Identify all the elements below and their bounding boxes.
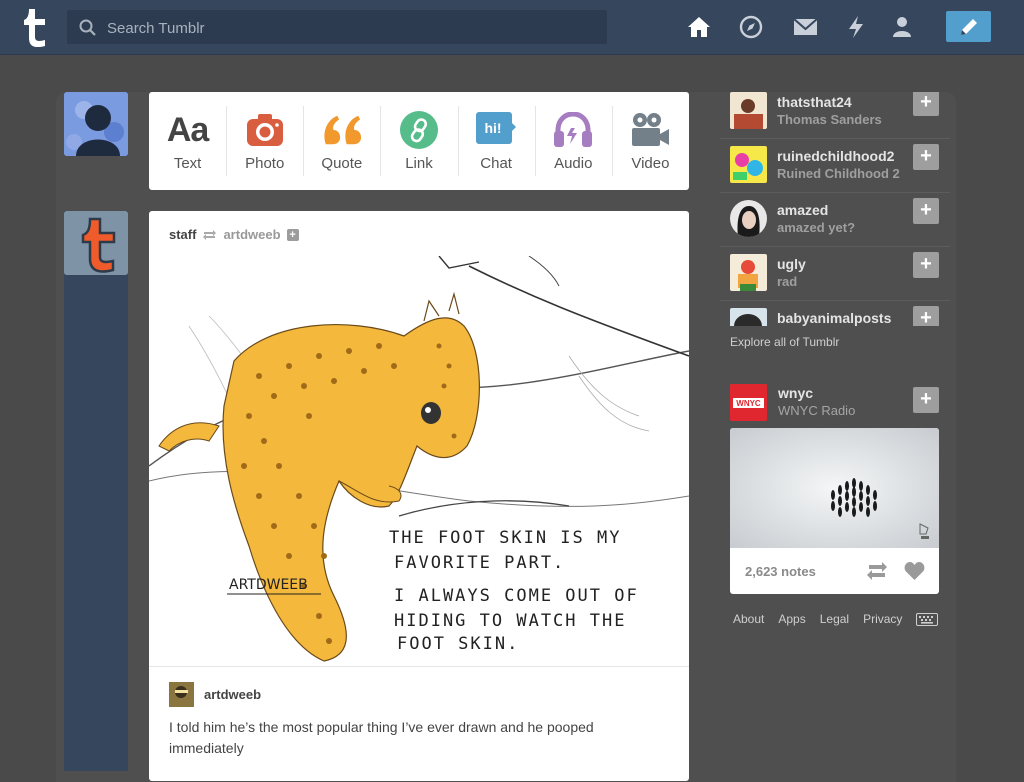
footer-about-link[interactable]: About: [733, 612, 764, 626]
account-icon[interactable]: [889, 14, 915, 40]
post-card: staff artdweeb + THE FOOT SKIN IS MY FAV…: [149, 211, 689, 781]
reblog-icon: [203, 229, 217, 240]
staff-avatar[interactable]: [64, 211, 128, 275]
blog-title: amazed yet?: [777, 220, 856, 235]
keyboard-shortcuts-icon[interactable]: [916, 612, 939, 626]
recommended-blogs: thatsthat24 Thomas Sanders + ruinedchild…: [720, 92, 950, 326]
post-type-text-label: Text: [173, 155, 202, 172]
compass-icon[interactable]: [738, 14, 764, 40]
recommended-blog[interactable]: ugly rad +: [720, 246, 950, 301]
search-input[interactable]: [105, 10, 589, 46]
post-header: staff artdweeb +: [169, 227, 299, 242]
post-photo[interactable]: THE FOOT SKIN IS MY FAVORITE PART. I ALW…: [149, 256, 689, 666]
mail-icon[interactable]: [792, 14, 818, 40]
explore-link[interactable]: Explore all of Tumblr: [730, 335, 839, 349]
chat-icon: hi!: [476, 110, 517, 150]
post-type-text[interactable]: Aa Text: [149, 92, 226, 190]
caption-line-4: HIDING TO WATCH THE: [394, 611, 626, 631]
pencil-icon: [960, 18, 977, 35]
radar-photo[interactable]: [730, 428, 939, 548]
blog-name[interactable]: babyanimalposts: [777, 310, 891, 326]
video-camera-icon: [630, 110, 670, 150]
post-type-chat-label: Chat: [480, 155, 512, 172]
blog-avatar[interactable]: [730, 92, 767, 129]
camera-icon: [245, 110, 285, 150]
post-divider: [149, 666, 689, 667]
artist-signature: ARTDWEEB: [229, 577, 308, 593]
compose-button[interactable]: [946, 11, 991, 42]
blog-title: Thomas Sanders: [777, 112, 882, 127]
post-author-link[interactable]: staff: [169, 227, 196, 242]
lightning-icon[interactable]: [843, 14, 869, 40]
radar-notes-count[interactable]: 2,623 notes: [745, 564, 816, 579]
link-icon: [399, 110, 439, 150]
wnyc-logo-text: WNYC: [736, 399, 761, 408]
radar-follow-button[interactable]: +: [913, 387, 939, 413]
post-type-link[interactable]: Link: [380, 92, 457, 190]
recommended-blog[interactable]: thatsthat24 Thomas Sanders +: [720, 92, 950, 139]
post-type-video-label: Video: [631, 155, 670, 172]
blog-avatar[interactable]: [730, 146, 767, 183]
post-type-video[interactable]: Video: [611, 92, 689, 190]
post-type-photo[interactable]: Photo: [226, 92, 303, 190]
search-box[interactable]: [67, 10, 607, 46]
post-type-link-label: Link: [405, 155, 433, 172]
heart-icon[interactable]: [904, 561, 925, 581]
follow-button[interactable]: +: [913, 92, 939, 116]
top-bar-divider: [0, 54, 1024, 55]
reply-username[interactable]: artdweeb: [204, 687, 261, 702]
follow-source-button[interactable]: +: [286, 228, 299, 241]
recommended-blog[interactable]: babyanimalposts +: [720, 300, 950, 326]
blog-avatar[interactable]: [730, 254, 767, 291]
blog-name[interactable]: thatsthat24: [777, 94, 852, 110]
post-type-quote[interactable]: Quote: [303, 92, 380, 190]
follow-button[interactable]: +: [913, 144, 939, 170]
post-source-link[interactable]: artdweeb: [223, 227, 280, 242]
caption-line-2: FAVORITE PART.: [394, 553, 565, 573]
post-type-audio[interactable]: Audio: [534, 92, 612, 190]
home-icon[interactable]: [686, 14, 712, 40]
blog-avatar[interactable]: [730, 308, 767, 326]
recommended-blog[interactable]: ruinedchildhood2 Ruined Childhood 2 +: [720, 138, 950, 193]
radar-blog-title: WNYC Radio: [778, 403, 856, 418]
blog-name[interactable]: ruinedchildhood2: [777, 148, 894, 164]
text-icon: Aa: [166, 110, 209, 149]
follow-button[interactable]: +: [913, 198, 939, 224]
search-icon: [79, 19, 96, 36]
blog-title: Ruined Childhood 2: [777, 166, 900, 181]
avatar-column: [64, 211, 128, 771]
radar-post[interactable]: 2,623 notes: [730, 428, 939, 594]
recommended-blog[interactable]: amazed amazed yet? +: [720, 192, 950, 247]
caption-line-5: FOOT SKIN.: [397, 634, 519, 654]
reblog-icon[interactable]: [866, 561, 888, 581]
footer-privacy-link[interactable]: Privacy: [863, 612, 902, 626]
post-type-photo-label: Photo: [245, 155, 285, 172]
footer-links: About Apps Legal Privacy: [733, 612, 939, 626]
post-type-chat[interactable]: hi! Chat: [457, 92, 535, 190]
radar-blog-name[interactable]: wnyc: [778, 385, 813, 401]
tumblr-logo-icon[interactable]: [15, 7, 51, 47]
quote-icon: [322, 110, 362, 150]
blog-avatar[interactable]: [730, 200, 767, 237]
reply-text: I told him he’s the most popular thing I…: [169, 719, 594, 756]
post-type-bar: Aa Text Photo Quote Link hi! Chat Audio: [149, 92, 689, 190]
blog-name[interactable]: ugly: [777, 256, 806, 272]
follow-button[interactable]: +: [913, 306, 939, 326]
caption-line-3: I ALWAYS COME OUT OF: [394, 586, 639, 606]
caption-line-1: THE FOOT SKIN IS MY: [389, 528, 621, 548]
user-avatar[interactable]: [64, 92, 128, 156]
footer-apps-link[interactable]: Apps: [778, 612, 805, 626]
post-type-quote-label: Quote: [321, 155, 363, 172]
follow-button[interactable]: +: [913, 252, 939, 278]
svg-text:hi!: hi!: [485, 120, 502, 136]
post-type-audio-label: Audio: [554, 155, 593, 172]
blog-title: rad: [777, 274, 798, 289]
radar-blog-avatar[interactable]: WNYC: [730, 384, 767, 421]
headphones-icon: [553, 110, 593, 150]
footer-legal-link[interactable]: Legal: [820, 612, 849, 626]
reply-avatar[interactable]: [169, 682, 194, 707]
blog-name[interactable]: amazed: [777, 202, 828, 218]
